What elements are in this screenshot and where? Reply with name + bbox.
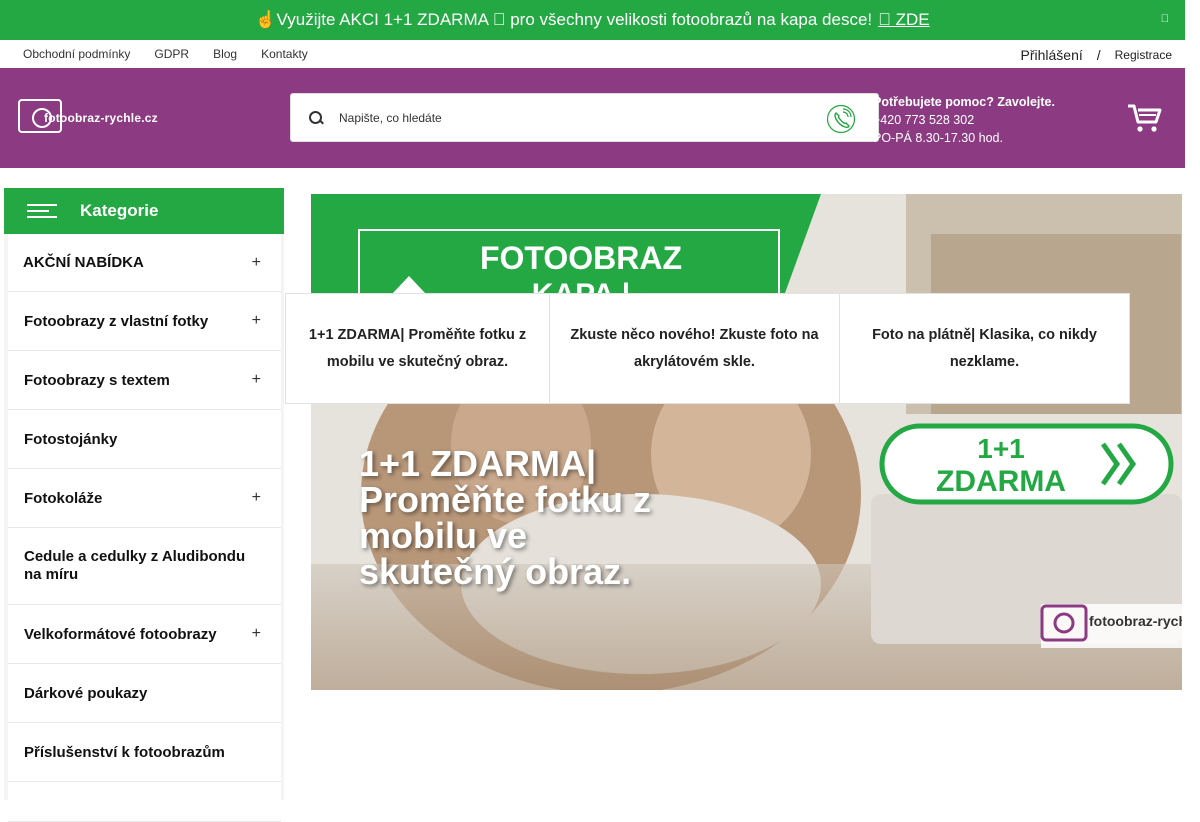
link-gdpr[interactable]: GDPR bbox=[154, 47, 189, 61]
top-nav: Obchodní podmínky GDPR Blog Kontakty Při… bbox=[0, 40, 1185, 68]
slider-tab-1[interactable]: 1+1 ZDARMA| Proměňte fotku z mobilu ve s… bbox=[286, 294, 549, 403]
link-terms[interactable]: Obchodní podmínky bbox=[23, 47, 130, 61]
slider-tab-3[interactable]: Foto na plátně| Klasika, co nikdy nezkla… bbox=[839, 294, 1129, 403]
sidebar-item-akcni-nabidka[interactable]: AKČNÍ NABÍDKA + bbox=[8, 234, 281, 292]
help-box: Potřebujete pomoc? Zavolejte. +420 773 5… bbox=[873, 93, 1055, 147]
sidebar-item-label: Příslušenství k fotoobrazům bbox=[24, 743, 225, 761]
sidebar-item-label: Cedule a cedulky z Aludibondu na míru bbox=[24, 548, 246, 583]
expand-icon[interactable]: + bbox=[252, 254, 261, 272]
phone-icon bbox=[826, 104, 856, 134]
auth-links: Přihlášení / Registrace bbox=[1020, 47, 1172, 63]
sidebar-item-prislusenstvi[interactable]: Příslušenství k fotoobrazům bbox=[8, 723, 281, 782]
watermark-text: fotoobraz-rychle.c bbox=[1089, 613, 1182, 629]
sidebar-item-label: Fotoobrazy z vlastní fotky bbox=[24, 312, 209, 330]
poster-text: FOTOOBRAZ bbox=[480, 240, 682, 276]
cart-icon[interactable] bbox=[1126, 102, 1162, 134]
promo-link[interactable]:  ZDE bbox=[878, 10, 929, 30]
sidebar-item-label: Dárkové poukazy bbox=[24, 684, 148, 702]
sidebar-item-velkoformatove[interactable]: Velkoformátové fotoobrazy + bbox=[8, 605, 281, 664]
close-icon[interactable]:  bbox=[1161, 13, 1169, 25]
sidebar-item-label: Fotoobrazy s textem bbox=[24, 371, 170, 389]
register-link[interactable]: Registrace bbox=[1115, 48, 1172, 62]
help-hours: PO-PÁ 8.30-17.30 hod. bbox=[873, 131, 1003, 145]
login-link[interactable]: Přihlášení bbox=[1020, 47, 1082, 63]
search-box bbox=[290, 93, 879, 142]
hero-banner[interactable]: FOTOOBRAZ KAPA | 1+1 ZDARMA fotoobraz-ry… bbox=[311, 194, 1182, 690]
active-tab-arrow bbox=[393, 276, 425, 293]
sidebar-item-vlastni-fotky[interactable]: Fotoobrazy z vlastní fotky + bbox=[8, 292, 281, 351]
auth-separator: / bbox=[1096, 47, 1101, 63]
slider-tab-2[interactable]: Zkuste něco nového! Zkuste foto na akryl… bbox=[549, 294, 839, 403]
expand-icon[interactable]: + bbox=[252, 489, 261, 507]
promo-text: ☝Využijte AKCI 1+1 ZDARMA  pro všechny … bbox=[255, 10, 872, 29]
sidebar-item-label: Fotokoláže bbox=[24, 489, 103, 507]
sidebar-item-poukazy[interactable]: Dárkové poukazy bbox=[8, 664, 281, 723]
sidebar-item-label: Fotostojánky bbox=[24, 430, 118, 448]
logo[interactable]: fotoobraz-rychle.cz bbox=[18, 98, 158, 134]
sidebar-item-fotostojanky[interactable]: Fotostojánky bbox=[8, 410, 281, 469]
help-phone[interactable]: +420 773 528 302 bbox=[873, 111, 1055, 129]
expand-icon[interactable]: + bbox=[252, 371, 261, 389]
sidebar-item-label: Velkoformátové fotoobrazy bbox=[24, 625, 217, 643]
sidebar-item-more[interactable] bbox=[8, 782, 281, 822]
site-header: fotoobraz-rychle.cz Potřebujete pomoc? Z… bbox=[0, 68, 1185, 168]
top-nav-links: Obchodní podmínky GDPR Blog Kontakty bbox=[23, 47, 308, 61]
link-blog[interactable]: Blog bbox=[213, 47, 237, 61]
sidebar-item-label: AKČNÍ NABÍDKA bbox=[23, 254, 144, 271]
promo-bar: ☝Využijte AKCI 1+1 ZDARMA  pro všechny … bbox=[0, 0, 1185, 40]
sidebar-item-cedule[interactable]: Cedule a cedulky z Aludibondu na míru bbox=[8, 528, 281, 605]
help-title: Potřebujete pomoc? Zavolejte. bbox=[873, 95, 1055, 109]
sidebar-item-fotokolaze[interactable]: Fotokoláže + bbox=[8, 469, 281, 528]
badge-line1: 1+1 bbox=[977, 433, 1025, 464]
search-icon[interactable] bbox=[309, 110, 323, 125]
hero-image: FOTOOBRAZ KAPA | 1+1 ZDARMA fotoobraz-ry… bbox=[311, 194, 1182, 690]
expand-icon[interactable]: + bbox=[252, 625, 261, 643]
camera-icon bbox=[18, 99, 62, 133]
badge-line2: ZDARMA bbox=[936, 465, 1066, 498]
expand-icon[interactable]: + bbox=[252, 312, 261, 330]
sidebar-item-s-textem[interactable]: Fotoobrazy s textem + bbox=[8, 351, 281, 410]
menu-icon bbox=[27, 204, 57, 218]
category-sidebar: Kategorie AKČNÍ NABÍDKA + Fotoobrazy z v… bbox=[4, 188, 284, 822]
banner-title: 1+1 ZDARMA| Proměňte fotku z mobilu ve s… bbox=[359, 443, 652, 592]
category-header[interactable]: Kategorie bbox=[4, 188, 284, 234]
slider-tabs: 1+1 ZDARMA| Proměňte fotku z mobilu ve s… bbox=[285, 293, 1130, 404]
search-input[interactable] bbox=[339, 110, 809, 125]
category-title: Kategorie bbox=[80, 201, 159, 220]
link-contacts[interactable]: Kontakty bbox=[261, 47, 308, 61]
